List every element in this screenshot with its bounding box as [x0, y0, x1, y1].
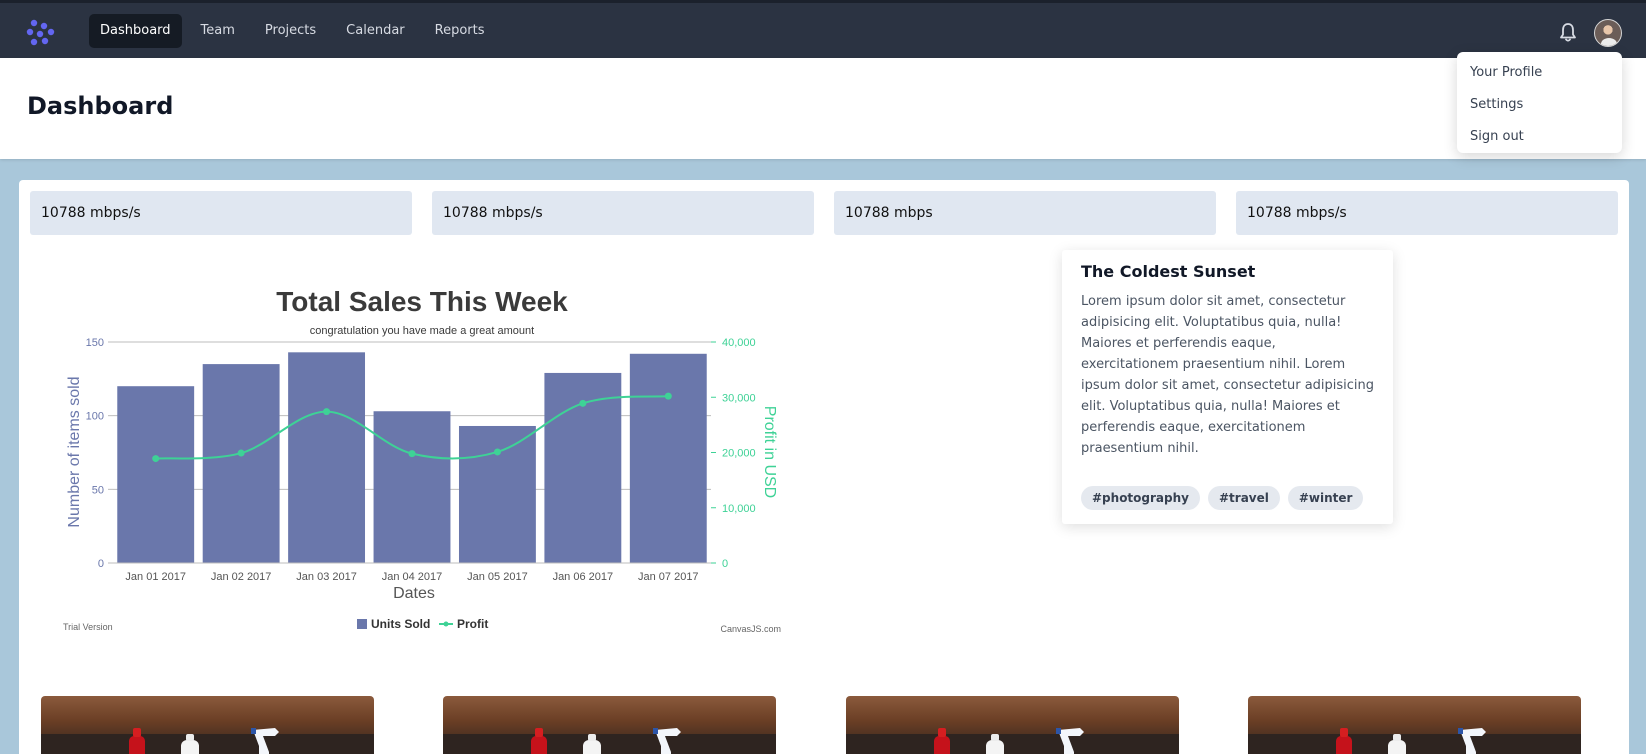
- chart-credit[interactable]: CanvasJS.com: [720, 624, 781, 634]
- profit-point: [408, 450, 416, 458]
- photo-thumbnail[interactable]: [41, 696, 374, 754]
- chart-legend: Units Sold Profit: [357, 617, 488, 631]
- stat-card-2: 10788 mbps/s: [432, 191, 814, 235]
- x-tick-label: Jan 04 2017: [382, 571, 443, 583]
- x-tick-label: Jan 03 2017: [296, 571, 357, 583]
- tag-travel[interactable]: #travel: [1207, 486, 1280, 510]
- profile-dropdown: Your Profile Settings Sign out: [1457, 52, 1622, 153]
- menu-your-profile[interactable]: Your Profile: [1457, 57, 1622, 89]
- card-title: The Coldest Sunset: [1081, 262, 1256, 281]
- profit-point: [493, 448, 501, 456]
- legend-units-sold[interactable]: Units Sold: [371, 617, 430, 631]
- nav-team[interactable]: Team: [190, 14, 246, 48]
- y-tick-label: 50: [92, 484, 104, 496]
- profit-point: [237, 449, 245, 457]
- info-card: The Coldest Sunset Lorem ipsum dolor sit…: [1062, 250, 1393, 524]
- chart-bar: [373, 411, 451, 563]
- nav-dashboard[interactable]: Dashboard: [89, 14, 182, 48]
- y2-tick-label: 40,000: [722, 337, 756, 349]
- profit-point: [152, 455, 160, 463]
- card-body: Lorem ipsum dolor sit amet, consectetur …: [1081, 294, 1375, 456]
- chart-bar: [117, 386, 195, 563]
- legend-profit[interactable]: Profit: [457, 617, 488, 631]
- sales-chart: Total Sales This Week congratulation you…: [63, 286, 781, 634]
- y2-tick-label: 30,000: [722, 392, 756, 404]
- chart-bar: [458, 425, 536, 563]
- chart-x-label: Dates: [393, 585, 435, 602]
- profit-point: [579, 399, 587, 407]
- menu-settings[interactable]: Settings: [1457, 89, 1622, 121]
- bell-icon[interactable]: [1558, 22, 1578, 44]
- nav-projects[interactable]: Projects: [254, 14, 327, 48]
- photo-thumbnail[interactable]: [1248, 696, 1581, 754]
- stat-card-1: 10788 mbps/s: [30, 191, 412, 235]
- y2-tick-label: 0: [722, 558, 728, 570]
- nav-reports[interactable]: Reports: [424, 14, 496, 48]
- x-tick-label: Jan 05 2017: [467, 571, 528, 583]
- page-title: Dashboard: [27, 92, 174, 120]
- card-tags: #photography #travel #winter: [1081, 486, 1364, 510]
- x-tick-label: Jan 02 2017: [211, 571, 272, 583]
- y-tick-label: 100: [86, 411, 104, 423]
- user-avatar[interactable]: [1594, 19, 1622, 47]
- chart-bar: [202, 364, 280, 563]
- profit-point: [664, 392, 672, 400]
- y-tick-label: 0: [98, 558, 104, 570]
- photo-thumbnail[interactable]: [846, 696, 1179, 754]
- chart-y2-label: Profit in USD: [761, 406, 778, 498]
- stat-card-3: 10788 mbps: [834, 191, 1216, 235]
- tag-photography[interactable]: #photography: [1081, 486, 1200, 510]
- legend-units-sold-swatch: [357, 619, 367, 629]
- x-tick-label: Jan 01 2017: [125, 571, 186, 583]
- y2-tick-label: 20,000: [722, 448, 756, 460]
- y-tick-label: 150: [86, 337, 104, 349]
- stat-card-4: 10788 mbps/s: [1236, 191, 1618, 235]
- chart-trial-version: Trial Version: [63, 622, 113, 632]
- chart-title: Total Sales This Week: [276, 286, 568, 317]
- photo-thumbnail[interactable]: [443, 696, 776, 754]
- y2-tick-label: 10,000: [722, 503, 756, 515]
- legend-profit-marker: [443, 621, 449, 627]
- menu-sign-out[interactable]: Sign out: [1457, 121, 1622, 153]
- main-nav: Dashboard Team Projects Calendar Reports: [89, 14, 496, 48]
- nav-calendar[interactable]: Calendar: [335, 14, 415, 48]
- tag-winter[interactable]: #winter: [1287, 486, 1364, 510]
- chart-y-label: Number of items sold: [66, 376, 83, 527]
- chart-subtitle: congratulation you have made a great amo…: [310, 325, 534, 337]
- chart-bar: [629, 353, 707, 563]
- x-tick-label: Jan 07 2017: [638, 571, 699, 583]
- logo-icon[interactable]: [26, 17, 56, 47]
- chart-bar: [288, 352, 366, 563]
- profit-point: [323, 408, 331, 416]
- top-navbar: Dashboard Team Projects Calendar Reports: [0, 0, 1646, 58]
- x-tick-label: Jan 06 2017: [553, 571, 614, 583]
- page-header: Dashboard: [0, 58, 1646, 159]
